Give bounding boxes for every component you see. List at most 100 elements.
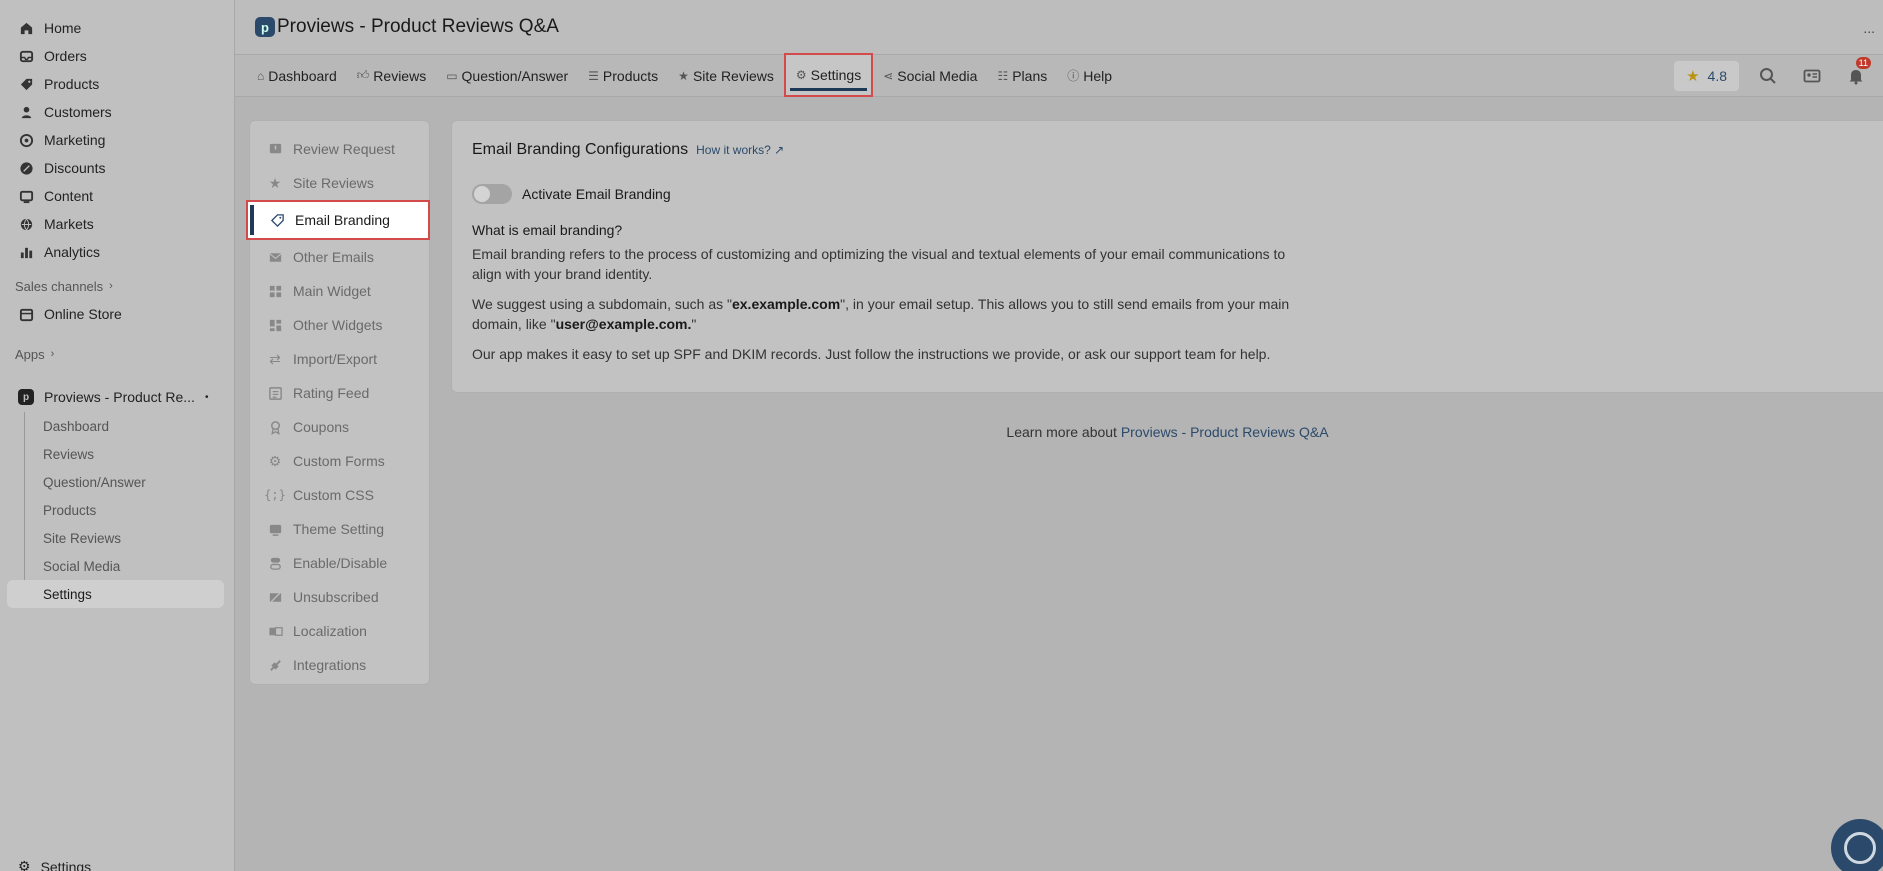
how-it-works-link[interactable]: How it works? ↗ [696, 143, 784, 157]
notification-badge: 11 [1855, 57, 1871, 69]
nav-markets[interactable]: Markets [0, 210, 234, 238]
admin-sidebar: Home Orders Products Customers Marketing… [0, 0, 234, 871]
settings-item-label: Enable/Disable [293, 555, 388, 571]
sub-nav-products[interactable]: Products [25, 496, 234, 524]
search-button[interactable] [1753, 61, 1783, 91]
tab-label: Reviews [373, 67, 427, 84]
nav-label: Content [44, 188, 94, 204]
thumbs-up-icon: 👍︎ [356, 68, 370, 82]
tab-question-answer[interactable]: ▭ Question/Answer [436, 54, 578, 97]
app-main: p Proviews - Product Reviews Q&A ... ⌂ Da… [234, 0, 1883, 871]
nav-label: Markets [44, 216, 94, 232]
app-name: Proviews - Product Re... [44, 389, 195, 405]
tab-reviews[interactable]: 👍︎ Reviews [347, 54, 436, 97]
id-card-icon [1803, 69, 1821, 83]
pin-dot-icon: • [204, 391, 209, 403]
nav-app-proviews[interactable]: p Proviews - Product Re... • [0, 382, 234, 412]
settings-item-label: Import/Export [293, 351, 378, 367]
activate-branding-row: Activate Email Branding [472, 184, 1863, 204]
account-card-button[interactable] [1797, 61, 1827, 91]
settings-item-label: Other Emails [293, 249, 374, 265]
palette-icon [267, 521, 283, 537]
tab-label: Dashboard [268, 67, 337, 84]
tab-plans[interactable]: ☷ Plans [987, 54, 1057, 97]
settings-email-branding[interactable]: Email Branding [246, 200, 430, 240]
sub-nav-site-reviews[interactable]: Site Reviews [25, 524, 234, 552]
list-icon: ☰ [588, 68, 599, 83]
nav-products[interactable]: Products [0, 70, 234, 98]
list-icon: ☷ [997, 68, 1009, 83]
settings-enable-disable[interactable]: Enable/Disable [250, 546, 429, 580]
settings-rating-feed[interactable]: Rating Feed [250, 376, 429, 410]
settings-item-label: Rating Feed [293, 385, 370, 401]
settings-coupons[interactable]: Coupons [250, 410, 429, 444]
nav-online-store[interactable]: Online Store [0, 300, 234, 328]
section-label: Apps [15, 346, 45, 362]
settings-custom-forms[interactable]: ⚙ Custom Forms [250, 444, 429, 478]
tab-site-reviews[interactable]: ★ Site Reviews [668, 54, 784, 97]
settings-site-reviews[interactable]: ★ Site Reviews [250, 166, 429, 200]
external-link-icon: ↗ [774, 143, 785, 157]
settings-import-export[interactable]: ⇄ Import/Export [250, 342, 429, 376]
settings-localization[interactable]: Localization [250, 614, 429, 648]
sub-nav-social-media[interactable]: Social Media [25, 552, 234, 580]
settings-other-widgets[interactable]: Other Widgets [250, 308, 429, 342]
gear-icon: ⚙ [795, 67, 807, 82]
sales-channels-heading[interactable]: Sales channels › [0, 272, 234, 300]
tab-label: Help [1083, 67, 1113, 84]
activate-branding-toggle[interactable] [472, 184, 512, 204]
sub-nav-reviews[interactable]: Reviews [25, 440, 234, 468]
notifications-button[interactable]: 11 [1841, 57, 1871, 91]
tag-icon [18, 76, 34, 92]
settings-item-label: Integrations [293, 657, 367, 673]
settings-theme-setting[interactable]: Theme Setting [250, 512, 429, 546]
nav-label: Home [44, 20, 82, 36]
award-icon [267, 419, 283, 435]
feed-list-icon [267, 385, 283, 401]
nav-label: Customers [44, 104, 112, 120]
nav-label: Online Store [44, 306, 122, 322]
more-options-icon[interactable]: ... [1863, 20, 1875, 36]
sub-nav-settings[interactable]: Settings [7, 580, 224, 608]
section-label: Sales channels [15, 278, 104, 294]
settings-custom-css[interactable]: {;} Custom CSS [250, 478, 429, 512]
tab-help[interactable]: ⓘ Help [1057, 54, 1122, 97]
sub-nav-question-answer[interactable]: Question/Answer [25, 468, 234, 496]
nav-content[interactable]: Content [0, 182, 234, 210]
rating-button[interactable]: ★ 4.8 [1674, 61, 1739, 91]
nav-customers[interactable]: Customers [0, 98, 234, 126]
tab-dashboard[interactable]: ⌂ Dashboard [247, 54, 347, 97]
nav-analytics[interactable]: Analytics [0, 238, 234, 266]
settings-integrations[interactable]: Integrations [250, 648, 429, 682]
nav-orders[interactable]: Orders [0, 42, 234, 70]
tab-label: Site Reviews [692, 67, 774, 84]
nav-settings[interactable]: ⚙ Settings [18, 858, 91, 871]
nav-marketing[interactable]: Marketing [0, 126, 234, 154]
settings-main-widget[interactable]: Main Widget [250, 274, 429, 308]
app-title: Proviews - Product Reviews Q&A [277, 16, 559, 37]
example-subdomain: ex.example.com [731, 296, 841, 312]
nav-label: Discounts [44, 160, 106, 176]
sub-nav-dashboard[interactable]: Dashboard [25, 412, 234, 440]
learn-more-footer: Learn more about Proviews - Product Revi… [451, 424, 1883, 440]
nav-discounts[interactable]: Discounts [0, 154, 234, 182]
swap-arrows-icon: ⇄ [269, 350, 281, 367]
text-fragment: We suggest using a subdomain, such as " [472, 296, 732, 312]
settings-item-label: Review Request [293, 141, 395, 157]
star-icon: ★ [678, 68, 689, 83]
settings-review-request[interactable]: Review Request [250, 132, 429, 166]
tab-label: Question/Answer [461, 67, 569, 84]
tab-settings[interactable]: ⚙ Settings [783, 52, 874, 97]
tab-products[interactable]: ☰ Products [578, 54, 668, 97]
tab-label: Settings [810, 66, 862, 83]
nav-home[interactable]: Home [0, 14, 234, 42]
learn-more-link[interactable]: Proviews - Product Reviews Q&A [1121, 424, 1329, 440]
chat-support-button[interactable] [1831, 819, 1883, 871]
message-alert-icon [267, 141, 283, 157]
settings-other-emails[interactable]: Other Emails [250, 240, 429, 274]
settings-unsubscribed[interactable]: Unsubscribed [250, 580, 429, 614]
plug-icon [267, 657, 283, 673]
tab-social-media[interactable]: ⋖ Social Media [873, 54, 987, 97]
apps-heading[interactable]: Apps › [0, 340, 234, 368]
nav-label: Orders [44, 48, 87, 64]
